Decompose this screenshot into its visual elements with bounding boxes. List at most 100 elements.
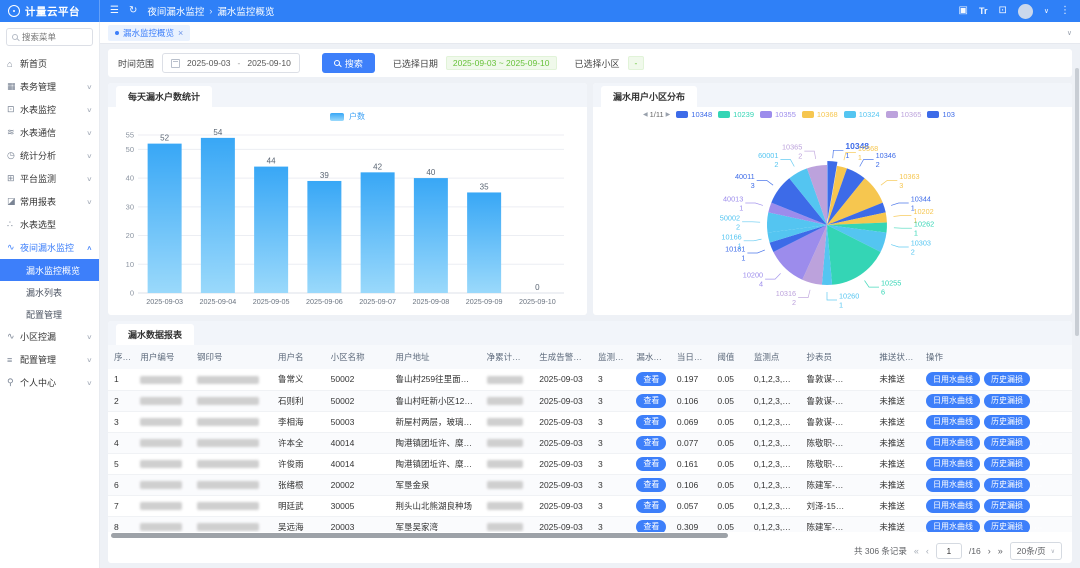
legend-prev-icon[interactable]: ◀ xyxy=(643,111,648,118)
legend-page-indicator: 1/11 xyxy=(650,110,664,119)
sidebar-item-night-leak-monitor[interactable]: ∿ 夜间漏水监控∧ xyxy=(0,236,99,259)
personal-center-icon: ⚲ xyxy=(7,377,20,388)
action-button-1[interactable]: 历史漏损 xyxy=(984,394,1030,408)
breadcrumb-parent[interactable]: 夜间漏水监控 xyxy=(147,4,204,18)
action-button-1[interactable]: 历史漏损 xyxy=(984,372,1030,386)
date-range-picker[interactable]: 2025-09-03 - 2025-09-10 xyxy=(162,53,300,73)
view-button[interactable]: 查看 xyxy=(636,415,666,429)
avatar[interactable] xyxy=(1018,4,1033,19)
sidebar-item-home[interactable]: ⌂ 新首页 xyxy=(0,52,99,75)
pie-legend-item-10365[interactable]: 10365 xyxy=(886,110,922,119)
action-button-1[interactable]: 历史漏损 xyxy=(984,499,1030,513)
action-button-1[interactable]: 历史漏损 xyxy=(984,520,1030,533)
svg-text:2025-09-07: 2025-09-07 xyxy=(359,297,396,306)
pie-legend-item-10348[interactable]: 10348 xyxy=(676,110,712,119)
sidebar-search[interactable] xyxy=(6,28,93,46)
action-button-0[interactable]: 日用水曲线 xyxy=(926,436,980,450)
sidebar-subitem-leak-config[interactable]: 配置管理 xyxy=(0,303,99,325)
sidebar-item-stats-analysis[interactable]: ◷ 统计分析∨ xyxy=(0,144,99,167)
sidebar-item-meter-comm[interactable]: ≋ 水表通信∨ xyxy=(0,121,99,144)
sidebar-item-community-leak[interactable]: ∿ 小区控漏∨ xyxy=(0,325,99,348)
sidebar-menu: ⌂ 新首页▦ 表务管理∨⊡ 水表监控∨≋ 水表通信∨◷ 统计分析∨⊞ 平台监测∨… xyxy=(0,50,99,568)
cell-points: 0,1,2,3,4,5,6 xyxy=(748,474,801,495)
sidebar-item-common-reports[interactable]: ◪ 常用报表∨ xyxy=(0,190,99,213)
last-page-button[interactable]: » xyxy=(998,546,1003,556)
action-button-1[interactable]: 历史漏损 xyxy=(984,478,1030,492)
refresh-icon[interactable]: ↻ xyxy=(129,6,137,16)
action-button-1[interactable]: 历史漏损 xyxy=(984,457,1030,471)
action-button-0[interactable]: 日用水曲线 xyxy=(926,520,980,533)
svg-text:55: 55 xyxy=(126,131,134,140)
screenshot-icon[interactable]: ▣ xyxy=(959,6,968,16)
svg-text:2025-09-10: 2025-09-10 xyxy=(519,297,556,306)
meter-selection-icon: ∴ xyxy=(7,219,20,230)
action-button-0[interactable]: 日用水曲线 xyxy=(926,478,980,492)
pie-legend-item-103[interactable]: 103 xyxy=(927,110,955,119)
pie-legend-pager: ◀ 1/11 ▶ xyxy=(643,110,670,119)
view-button[interactable]: 查看 xyxy=(636,372,666,386)
svg-text:2025-09-08: 2025-09-08 xyxy=(412,297,449,306)
cell-daily-avg: 0.057 xyxy=(671,495,712,516)
redacted-value xyxy=(835,439,869,447)
action-button-1[interactable]: 历史漏损 xyxy=(984,415,1030,429)
sidebar-item-meter-management[interactable]: ▦ 表务管理∨ xyxy=(0,75,99,98)
action-button-0[interactable]: 日用水曲线 xyxy=(926,415,980,429)
col-header-2: 钢印号 xyxy=(191,345,272,369)
cell-net-flow xyxy=(481,495,534,516)
action-button-0[interactable]: 日用水曲线 xyxy=(926,457,980,471)
sidebar-item-config-management[interactable]: ≡ 配置管理∨ xyxy=(0,348,99,371)
translate-icon[interactable]: Tr xyxy=(979,6,988,16)
cell-alarm-date: 2025-09-03 xyxy=(533,390,592,411)
tab-close-icon[interactable]: × xyxy=(178,28,183,38)
svg-text:10262: 10262 xyxy=(914,220,934,229)
view-button[interactable]: 查看 xyxy=(636,478,666,492)
cell-alarm-date: 2025-09-03 xyxy=(533,432,592,453)
more-icon[interactable]: ⋮ xyxy=(1060,6,1070,16)
cell-days: 3 xyxy=(592,516,630,532)
action-button-1[interactable]: 历史漏损 xyxy=(984,436,1030,450)
sidebar-item-meter-monitor[interactable]: ⊡ 水表监控∨ xyxy=(0,98,99,121)
hamburger-icon[interactable]: ☰ xyxy=(110,6,119,16)
cell-reader: 陈敬职- xyxy=(801,432,874,453)
next-page-button[interactable]: › xyxy=(988,546,991,556)
page-number-input[interactable] xyxy=(936,543,962,559)
pie-legend-item-10355[interactable]: 10355 xyxy=(760,110,796,119)
view-button[interactable]: 查看 xyxy=(636,394,666,408)
tabbar-chevron-icon[interactable]: ∨ xyxy=(1067,29,1072,37)
tab-leak-overview[interactable]: 漏水监控概览 × xyxy=(108,25,190,41)
sidebar-item-platform-monitor[interactable]: ⊞ 平台监测∨ xyxy=(0,167,99,190)
search-button[interactable]: 搜索 xyxy=(322,53,375,73)
pie-legend-item-10239[interactable]: 10239 xyxy=(718,110,754,119)
first-page-button[interactable]: « xyxy=(914,546,919,556)
sidebar-item-personal-center[interactable]: ⚲ 个人中心∨ xyxy=(0,371,99,394)
filter-icon[interactable]: ▼ xyxy=(916,356,920,362)
chevron-down-icon[interactable]: ∨ xyxy=(1044,8,1049,15)
cell-community: 30005 xyxy=(325,495,390,516)
action-button-0[interactable]: 日用水曲线 xyxy=(926,372,980,386)
action-button-0[interactable]: 日用水曲线 xyxy=(926,394,980,408)
sidebar-subitem-leak-list[interactable]: 漏水列表 xyxy=(0,281,99,303)
menu-search-input[interactable] xyxy=(22,32,80,42)
prev-page-button[interactable]: ‹ xyxy=(926,546,929,556)
sidebar-item-label: 水表通信 xyxy=(20,126,87,139)
legend-next-icon[interactable]: ▶ xyxy=(666,111,671,118)
page-size-select[interactable]: 20条/页 ∨ xyxy=(1010,542,1062,560)
v-scroll-thumb[interactable] xyxy=(1075,68,1079,336)
view-button[interactable]: 查看 xyxy=(636,457,666,471)
cell-alarm-date: 2025-09-03 xyxy=(533,453,592,474)
pie-legend-item-10368[interactable]: 10368 xyxy=(802,110,838,119)
pie-legend-item-10324[interactable]: 10324 xyxy=(844,110,880,119)
fullscreen-icon[interactable]: ⊡ xyxy=(998,6,1006,16)
col-header-14[interactable]: 推送状态▼ xyxy=(873,345,920,369)
sidebar-item-meter-selection[interactable]: ∴ 水表选型 xyxy=(0,213,99,236)
view-button[interactable]: 查看 xyxy=(636,520,666,533)
cell-points: 0,1,2,3,4,5,6 xyxy=(748,432,801,453)
action-button-0[interactable]: 日用水曲线 xyxy=(926,499,980,513)
bar-legend[interactable]: 户数 xyxy=(108,111,587,122)
platform-monitor-icon: ⊞ xyxy=(7,173,20,184)
view-button[interactable]: 查看 xyxy=(636,499,666,513)
view-button[interactable]: 查看 xyxy=(636,436,666,450)
h-scroll-thumb[interactable] xyxy=(111,533,728,538)
cell-net-flow xyxy=(481,453,534,474)
sidebar-subitem-leak-overview[interactable]: 漏水监控概览 xyxy=(0,259,99,281)
